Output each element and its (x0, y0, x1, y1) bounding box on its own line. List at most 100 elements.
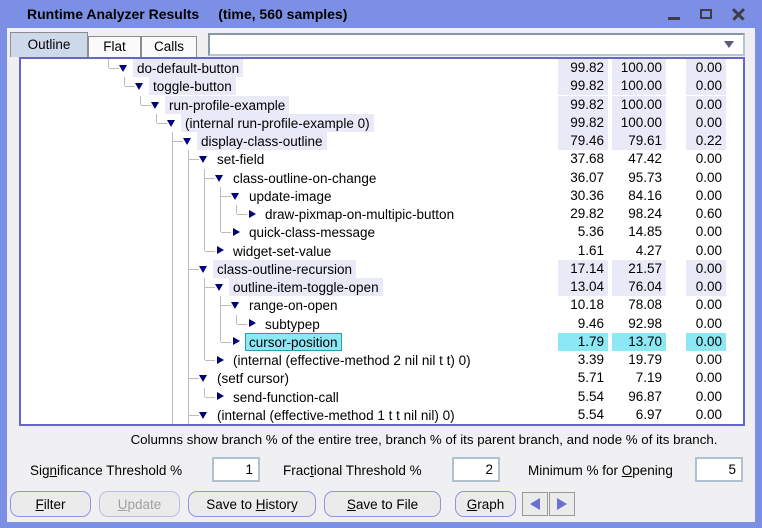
window-title: Runtime Analyzer Results (27, 6, 199, 22)
branch-pct-of-tree: 99.82 (558, 114, 608, 132)
tree-guide-line (204, 205, 205, 223)
node-pct-of-branch: 0.00 (686, 260, 726, 278)
tree-guide-line (172, 223, 173, 241)
branch-pct-of-tree: 5.36 (558, 223, 608, 241)
tree-guide-line (220, 205, 221, 223)
branch-pct-of-parent: 95.73 (612, 169, 666, 187)
expanded-triangle-icon[interactable] (199, 375, 207, 382)
function-search-combobox[interactable] (208, 33, 745, 56)
history-prev-button[interactable] (522, 492, 548, 516)
node-pct-of-branch: 0.00 (686, 187, 726, 205)
tab-calls[interactable]: Calls (141, 36, 197, 57)
collapsed-triangle-icon[interactable] (249, 319, 256, 327)
maximize-button[interactable] (699, 7, 714, 22)
expanded-triangle-icon[interactable] (231, 302, 239, 309)
tree-guide-line (188, 315, 189, 333)
history-next-button[interactable] (549, 492, 575, 516)
tree-guide-line (172, 388, 173, 406)
collapsed-triangle-icon[interactable] (233, 337, 240, 345)
close-button[interactable] (731, 7, 746, 22)
collapsed-triangle-icon[interactable] (217, 392, 224, 400)
tree-row: class-outline-recursion17.1421.570.00 (21, 260, 743, 278)
expanded-triangle-icon[interactable] (183, 138, 191, 145)
tree-node-label[interactable]: run-profile-example (165, 96, 289, 114)
titlebar[interactable]: Runtime Analyzer Results (time, 560 samp… (0, 0, 762, 28)
branch-pct-of-tree: 3.39 (558, 351, 608, 369)
tree-row: toggle-button99.82100.000.00 (21, 77, 743, 95)
branch-pct-of-tree: 5.71 (558, 369, 608, 387)
tree-guide-line (172, 169, 173, 187)
save-to-file-button[interactable]: Save to File (324, 491, 441, 517)
tree-guide-line (109, 68, 119, 69)
tree-node-label[interactable]: send-function-call (229, 388, 343, 406)
node-pct-of-branch: 0.00 (686, 278, 726, 296)
branch-pct-of-parent: 79.61 (612, 132, 666, 150)
tab-outline[interactable]: Outline (10, 32, 88, 57)
branch-pct-of-parent: 14.85 (612, 223, 666, 241)
update-button[interactable]: Update (99, 491, 180, 517)
filter-button[interactable]: Filter (10, 491, 91, 517)
tree-guide-line (108, 59, 109, 68)
tree-row: range-on-open10.1878.080.00 (21, 296, 743, 314)
tree-guide-line (172, 315, 173, 333)
tree-node-label[interactable]: (internal run-profile-example 0) (181, 114, 374, 132)
branch-pct-of-tree: 5.54 (558, 388, 608, 406)
expanded-triangle-icon[interactable] (215, 175, 223, 182)
tree-node-label[interactable]: class-outline-on-change (229, 169, 380, 187)
minimize-button[interactable] (667, 7, 682, 22)
tab-flat[interactable]: Flat (88, 36, 141, 57)
tree-node-label[interactable]: update-image (245, 187, 336, 205)
minimum-opening-input[interactable] (695, 457, 743, 482)
tree-guide-line (172, 351, 173, 369)
expanded-triangle-icon[interactable] (215, 284, 223, 291)
tree-node-label[interactable]: (internal (effective-method 2 nil nil t … (229, 351, 475, 369)
node-pct-of-branch: 0.00 (686, 114, 726, 132)
tree-guide-line (188, 169, 189, 187)
tree-node-label[interactable]: draw-pixmap-on-multipic-button (261, 205, 458, 223)
expanded-triangle-icon[interactable] (119, 65, 127, 72)
expanded-triangle-icon[interactable] (231, 193, 239, 200)
tree-guide-line (221, 305, 231, 306)
save-to-history-button[interactable]: Save to History (188, 491, 316, 517)
collapsed-triangle-icon[interactable] (217, 246, 224, 254)
tree-node-label[interactable]: quick-class-message (245, 223, 379, 241)
tree-guide-line (204, 296, 205, 314)
collapsed-triangle-icon[interactable] (249, 210, 256, 218)
tree-node-label[interactable]: widget-set-value (229, 242, 335, 260)
tree-guide-line (188, 296, 189, 314)
tree-guide-line (204, 333, 205, 351)
collapsed-triangle-icon[interactable] (233, 228, 240, 236)
tree-node-label[interactable]: display-class-outline (197, 132, 327, 150)
expanded-triangle-icon[interactable] (199, 156, 207, 163)
tree-node-label[interactable]: toggle-button (149, 77, 236, 95)
expanded-triangle-icon[interactable] (199, 266, 207, 273)
tree-row: run-profile-example99.82100.000.00 (21, 96, 743, 114)
window-subtitle: (time, 560 samples) (218, 6, 347, 22)
tree-node-label[interactable]: (setf cursor) (213, 369, 293, 387)
tree-row: (internal (effective-method 1 t t nil ni… (21, 406, 743, 424)
tree-node-label[interactable]: subtypep (261, 315, 324, 333)
tree-node-label[interactable]: outline-item-toggle-open (229, 278, 383, 296)
tree-node-label[interactable]: do-default-button (133, 59, 243, 77)
tree-node-label[interactable]: range-on-open (245, 296, 342, 314)
chevron-down-icon[interactable] (724, 41, 734, 48)
expanded-triangle-icon[interactable] (135, 83, 143, 90)
tree-node-label[interactable]: (internal (effective-method 1 t t nil ni… (213, 406, 459, 424)
collapsed-triangle-icon[interactable] (217, 356, 224, 364)
tree-guide-line (188, 278, 189, 296)
tree-row: set-field37.6847.420.00 (21, 150, 743, 168)
tree-node-label[interactable]: class-outline-recursion (213, 260, 356, 278)
expanded-triangle-icon[interactable] (199, 412, 207, 419)
expanded-triangle-icon[interactable] (167, 120, 175, 127)
fractional-threshold-input[interactable] (452, 457, 500, 482)
branch-pct-of-tree: 37.68 (558, 150, 608, 168)
branch-pct-of-parent: 100.00 (612, 77, 666, 95)
branch-pct-of-parent: 13.70 (612, 333, 666, 351)
tree-node-label[interactable]: set-field (213, 150, 268, 168)
graph-button[interactable]: Graph (455, 491, 516, 517)
significance-threshold-input[interactable] (212, 457, 260, 482)
expanded-triangle-icon[interactable] (151, 102, 159, 109)
branch-pct-of-parent: 84.16 (612, 187, 666, 205)
branch-pct-of-parent: 100.00 (612, 114, 666, 132)
tree-node-label[interactable]: cursor-position (245, 333, 342, 351)
